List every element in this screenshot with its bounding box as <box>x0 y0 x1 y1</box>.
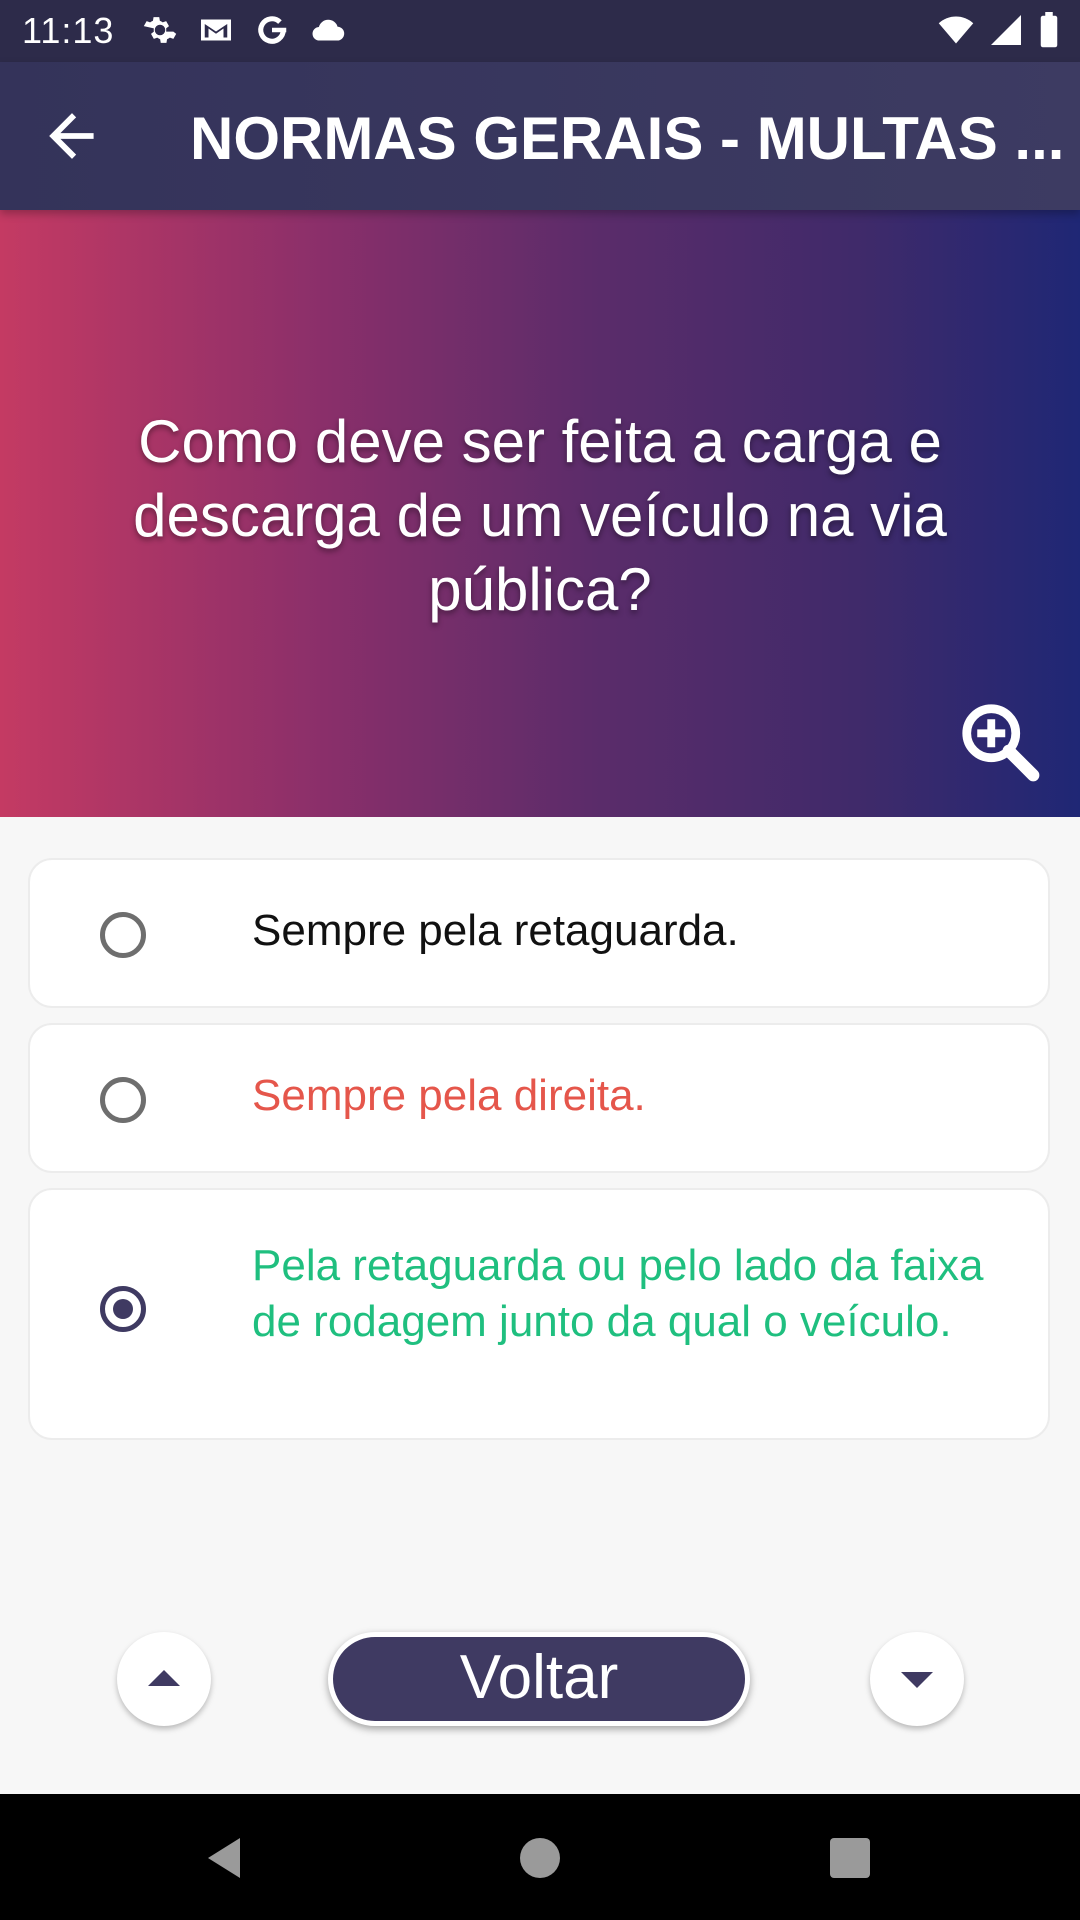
radio-button[interactable] <box>100 912 146 958</box>
status-icons-right <box>938 12 1060 48</box>
voltar-button[interactable]: Voltar <box>328 1632 750 1726</box>
nav-back-button[interactable] <box>200 1834 248 1882</box>
zoom-button[interactable] <box>958 700 1042 784</box>
option-text: Sempre pela retaguarda. <box>252 906 739 955</box>
answer-option-3[interactable]: Pela retaguarda ou pelo lado da faixa de… <box>28 1188 1050 1440</box>
nav-back-icon <box>208 1838 240 1878</box>
gmail-icon <box>198 12 234 48</box>
battery-icon <box>1038 12 1060 48</box>
status-time: 11:13 <box>22 10 115 51</box>
triangle-up-icon <box>148 1670 180 1686</box>
nav-home-button[interactable] <box>516 1834 564 1882</box>
question-text: Como deve ser feita a carga e descarga d… <box>133 408 947 623</box>
google-icon <box>254 12 290 48</box>
nav-recents-icon <box>830 1838 870 1878</box>
status-bar: 11:13 <box>0 0 1080 62</box>
nav-recents-button[interactable] <box>826 1834 874 1882</box>
wifi-icon <box>938 12 974 48</box>
radio-button-selected[interactable] <box>100 1286 146 1332</box>
nav-home-icon <box>520 1838 560 1878</box>
settings-icon <box>142 12 178 48</box>
cloud-icon <box>310 12 346 48</box>
system-navigation-bar <box>0 1794 1080 1920</box>
option-text: Pela retaguarda ou pelo lado da faixa de… <box>252 1241 984 1346</box>
option-text: Sempre pela direita. <box>252 1071 646 1120</box>
next-question-button[interactable] <box>870 1632 964 1726</box>
answer-option-1[interactable]: Sempre pela retaguarda. <box>28 858 1050 1008</box>
status-icons-left <box>142 12 346 48</box>
question-banner: Como deve ser feita a carga e descarga d… <box>0 210 1080 817</box>
back-button[interactable] <box>40 104 104 168</box>
arrow-back-icon <box>49 113 94 159</box>
signal-icon <box>988 12 1024 48</box>
zoom-in-icon <box>962 704 1040 782</box>
page-title: NORMAS GERAIS - MULTAS ... <box>190 105 1065 172</box>
previous-question-button[interactable] <box>117 1632 211 1726</box>
app-bar: NORMAS GERAIS - MULTAS ... <box>0 62 1080 210</box>
answer-option-2[interactable]: Sempre pela direita. <box>28 1023 1050 1173</box>
radio-button[interactable] <box>100 1077 146 1123</box>
triangle-down-icon <box>901 1672 933 1688</box>
